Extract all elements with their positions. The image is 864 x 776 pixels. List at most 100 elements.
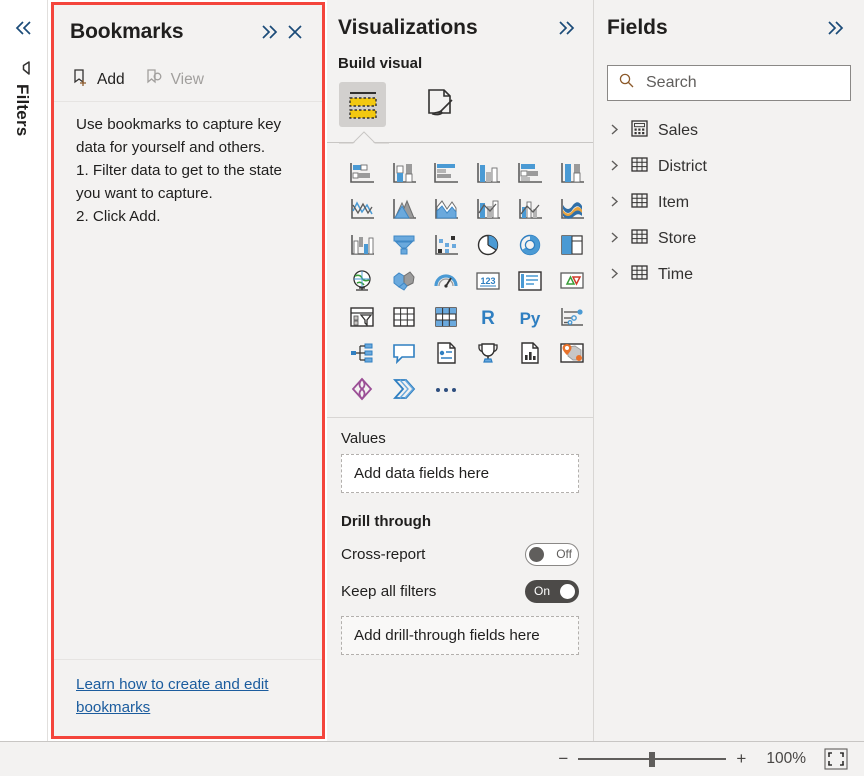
zoom-slider[interactable] — [578, 751, 727, 767]
toggle-knob — [560, 583, 575, 599]
tree-item-item[interactable]: Item — [609, 185, 864, 221]
r-script-visual-icon[interactable]: R — [471, 302, 505, 332]
key-influencers-icon[interactable] — [555, 302, 589, 332]
pie-chart-icon[interactable] — [471, 230, 505, 260]
power-automate-visual-icon[interactable] — [387, 374, 421, 404]
paintbrush-page-icon — [427, 89, 453, 116]
bookmarks-help-text: Use bookmarks to capture key data for yo… — [76, 116, 282, 226]
smart-narrative-icon[interactable] — [429, 338, 463, 368]
tree-item-district[interactable]: District — [609, 149, 864, 185]
keep-all-filters-toggle[interactable]: On — [525, 579, 579, 603]
view-bookmark-button[interactable]: View — [145, 68, 204, 92]
map-icon[interactable] — [345, 266, 379, 296]
measure-table-icon — [630, 119, 649, 143]
add-bookmark-button[interactable]: Add — [71, 68, 125, 92]
clustered-column-chart-icon[interactable] — [471, 158, 505, 188]
chevron-right-icon[interactable] — [609, 231, 621, 247]
paginated-report-icon[interactable] — [471, 338, 505, 368]
filled-map-icon[interactable] — [387, 266, 421, 296]
table-icon[interactable] — [387, 302, 421, 332]
fields-title: Fields — [607, 15, 668, 39]
active-tab-pointer — [327, 130, 593, 144]
bookmarks-header: Bookmarks — [54, 5, 322, 58]
chevron-right-icon[interactable] — [609, 267, 621, 283]
more-options-ellipsis-icon[interactable] — [429, 374, 463, 404]
table-icon — [630, 191, 649, 215]
status-bar: − + 100% — [0, 741, 864, 776]
learn-bookmarks-link[interactable]: Learn how to create and edit bookmarks — [76, 674, 304, 720]
line-and-clustered-column-chart-icon[interactable] — [513, 194, 547, 224]
tab-build-visual[interactable] — [339, 81, 386, 127]
treemap-icon[interactable] — [555, 230, 589, 260]
chevron-right-icon[interactable] — [609, 159, 621, 175]
area-chart-icon[interactable] — [387, 194, 421, 224]
stacked-area-chart-icon[interactable] — [429, 194, 463, 224]
bookmark-view-icon — [145, 68, 164, 92]
card-icon[interactable]: 123 — [471, 266, 505, 296]
gauge-icon[interactable] — [429, 266, 463, 296]
chevron-right-icon[interactable] — [609, 123, 621, 139]
stacked-column-chart-icon[interactable] — [387, 158, 421, 188]
zoom-in-button[interactable]: + — [730, 749, 752, 769]
multi-row-card-icon[interactable] — [513, 266, 547, 296]
field-wells: Values Add data fields here Drill throug… — [327, 418, 593, 741]
fit-to-page-icon[interactable] — [824, 748, 848, 770]
filter-icon[interactable] — [13, 58, 33, 83]
slicer-icon[interactable] — [345, 302, 379, 332]
add-bookmark-label: Add — [97, 70, 125, 88]
drill-through-label: Drill through — [341, 513, 431, 530]
tree-item-store[interactable]: Store — [609, 221, 864, 257]
clustered-bar-chart-icon[interactable] — [429, 158, 463, 188]
ribbon-chart-icon[interactable] — [555, 194, 589, 224]
tree-item-time[interactable]: Time — [609, 257, 864, 293]
funnel-chart-icon[interactable] — [387, 230, 421, 260]
build-visual-label: Build visual — [338, 55, 423, 72]
stacked-bar-chart-icon[interactable] — [345, 158, 379, 188]
tree-item-sales[interactable]: Sales — [609, 113, 864, 149]
hundred-percent-stacked-bar-chart-icon[interactable] — [513, 158, 547, 188]
table-icon — [630, 227, 649, 251]
fields-search-box[interactable] — [607, 65, 851, 101]
svg-text:R: R — [481, 308, 495, 329]
visualizations-header: Visualizations — [327, 0, 593, 55]
zoom-slider-thumb[interactable] — [649, 752, 656, 767]
cross-report-toggle[interactable]: Off — [525, 542, 579, 566]
hundred-percent-stacked-column-chart-icon[interactable] — [555, 158, 589, 188]
fields-search-input[interactable] — [644, 73, 824, 93]
tab-format-visual[interactable] — [416, 82, 463, 127]
keep-all-filters-label: Keep all filters — [341, 582, 437, 600]
table-icon — [630, 155, 649, 179]
bookmarks-title: Bookmarks — [70, 19, 184, 43]
bookmarks-toolbar: Add View — [54, 58, 322, 102]
tree-item-label: Sales — [658, 122, 699, 139]
values-drop-zone[interactable]: Add data fields here — [341, 454, 579, 493]
zoom-out-button[interactable]: − — [552, 749, 574, 769]
donut-chart-icon[interactable] — [513, 230, 547, 260]
filters-pane-label[interactable]: Filters — [12, 84, 32, 136]
collapsed-filters-rail: Filters — [0, 0, 48, 741]
double-chevron-right-icon[interactable] — [256, 19, 282, 45]
powerbi-visuals-azure-map-icon[interactable] — [345, 374, 379, 404]
kpi-icon[interactable] — [555, 266, 589, 296]
double-chevron-left-icon[interactable] — [14, 20, 34, 39]
view-bookmark-label: View — [170, 70, 204, 88]
arcgis-maps-icon[interactable] — [555, 338, 589, 368]
line-and-stacked-column-chart-icon[interactable] — [471, 194, 505, 224]
double-chevron-right-icon[interactable] — [553, 15, 579, 41]
decomposition-tree-icon[interactable] — [345, 338, 379, 368]
waterfall-chart-icon[interactable] — [345, 230, 379, 260]
drill-through-drop-zone[interactable]: Add drill-through fields here — [341, 616, 579, 655]
qna-visual-icon[interactable] — [387, 338, 421, 368]
search-icon — [618, 72, 635, 94]
line-chart-icon[interactable] — [345, 194, 379, 224]
power-apps-visual-icon[interactable] — [513, 338, 547, 368]
visual-type-gallery: 123 R Py — [327, 143, 593, 418]
tree-item-label: District — [658, 158, 707, 175]
close-icon[interactable] — [282, 19, 308, 45]
matrix-icon[interactable] — [429, 302, 463, 332]
double-chevron-right-icon[interactable] — [822, 15, 848, 41]
fields-tree: Sales District Item Store Time — [594, 101, 864, 741]
chevron-right-icon[interactable] — [609, 195, 621, 211]
scatter-chart-icon[interactable] — [429, 230, 463, 260]
python-visual-icon[interactable]: Py — [513, 302, 547, 332]
